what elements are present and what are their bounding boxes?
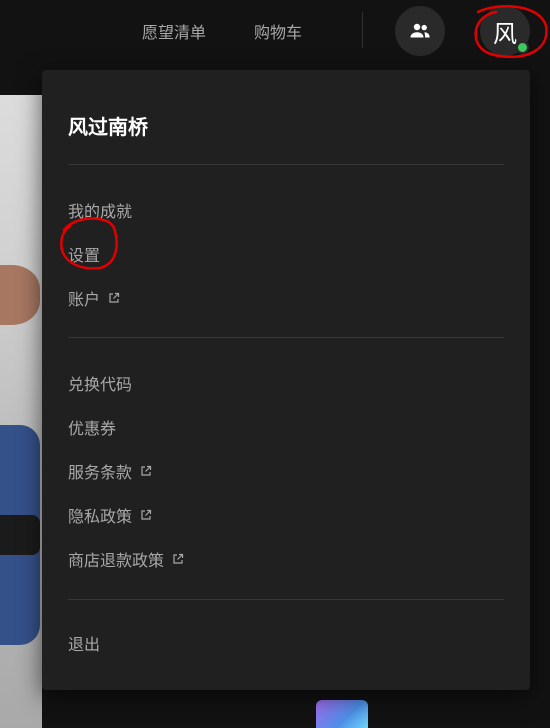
menu-item-label: 商店退款政策 bbox=[68, 551, 165, 570]
menu-item-achievements[interactable]: 我的成就 bbox=[68, 198, 132, 222]
menu-item-refund-policy[interactable]: 商店退款政策 bbox=[68, 547, 184, 571]
dropdown-user-name: 风过南桥 bbox=[68, 115, 148, 139]
menu-item-label: 我的成就 bbox=[68, 202, 133, 221]
friends-icon bbox=[410, 23, 430, 38]
external-link-icon bbox=[108, 292, 120, 304]
nav-divider bbox=[362, 12, 363, 48]
menu-item-coupons[interactable]: 优惠券 bbox=[68, 415, 116, 439]
background-hero-image bbox=[0, 95, 42, 728]
background-strip bbox=[42, 690, 530, 728]
menu-item-label: 兑换代码 bbox=[68, 375, 133, 394]
menu-item-label: 优惠券 bbox=[68, 419, 117, 438]
menu-item-label: 服务条款 bbox=[68, 463, 133, 482]
avatar-initial: 风 bbox=[493, 19, 517, 48]
menu-item-account[interactable]: 账户 bbox=[68, 286, 120, 310]
menu-item-label: 隐私政策 bbox=[68, 507, 133, 526]
wishlist-link[interactable]: 愿望清单 bbox=[142, 19, 206, 43]
menu-item-sign-out[interactable]: 退出 bbox=[68, 631, 100, 655]
external-link-icon bbox=[140, 509, 152, 521]
menu-divider bbox=[68, 337, 504, 338]
online-status-dot bbox=[516, 41, 529, 54]
cart-link[interactable]: 购物车 bbox=[254, 19, 302, 43]
menu-item-label: 退出 bbox=[68, 635, 101, 654]
hero-shoe-shape bbox=[0, 515, 40, 555]
menu-divider bbox=[68, 599, 504, 600]
menu-item-redeem-code[interactable]: 兑换代码 bbox=[68, 371, 132, 395]
top-navigation-bar: 愿望清单 购物车 风 bbox=[0, 0, 550, 60]
friends-button[interactable] bbox=[395, 6, 445, 56]
external-link-icon bbox=[172, 553, 184, 565]
menu-item-label: 设置 bbox=[68, 246, 101, 265]
menu-item-terms-of-service[interactable]: 服务条款 bbox=[68, 459, 152, 483]
menu-item-label: 账户 bbox=[68, 290, 101, 309]
menu-item-privacy-policy[interactable]: 隐私政策 bbox=[68, 503, 152, 527]
game-thumbnail[interactable] bbox=[316, 700, 368, 728]
account-dropdown-menu: 风过南桥 我的成就 设置 账户 兑换代码 优惠券 服务条款 隐私政策 商店退款政… bbox=[42, 70, 530, 690]
menu-divider bbox=[68, 164, 504, 165]
external-link-icon bbox=[140, 465, 152, 477]
menu-item-settings[interactable]: 设置 bbox=[68, 242, 100, 266]
hero-arm-shape bbox=[0, 265, 40, 325]
